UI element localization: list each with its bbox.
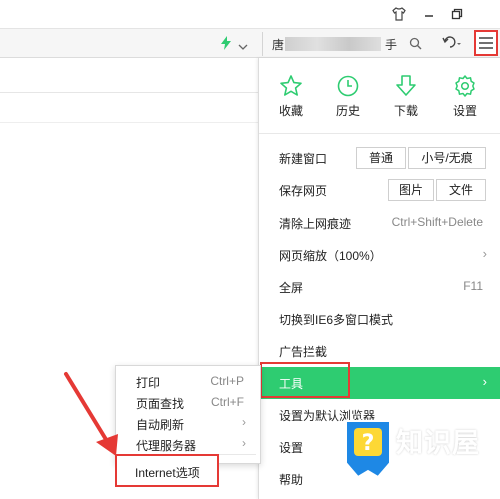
shirt-icon[interactable] [389,4,409,24]
download-icon [396,75,416,96]
toolbar: 唐 手 [0,28,500,58]
submenu-item-label: 自动刷新 [136,418,185,432]
quick-action-history[interactable]: 历史 [328,74,368,119]
search-icon[interactable] [409,37,422,55]
watermark: ? 知识屋 zhishiwu.com [338,413,496,495]
quick-action-downloads[interactable]: 下载 [386,74,426,119]
submenu-item-label: 代理服务器 [136,439,197,453]
menu-item-label: 切换到IE6多窗口模式 [279,313,394,327]
chevron-right-icon: › [242,415,246,429]
menu-item-new-window[interactable]: 新建窗口 普通 小号/无痕 [259,142,500,174]
watermark-logo-icon: ? [345,420,391,479]
menu-icon [479,37,493,49]
menu-item-label: 广告拦截 [279,345,328,359]
quick-action-label: 设置 [452,104,477,118]
submenu-item-label: Internet选项 [135,466,200,480]
menu-item-label: 全屏 [279,281,304,295]
undo-icon[interactable] [442,35,462,56]
menu-item-label: 清除上网痕迹 [279,217,352,231]
submenu-item-label: 页面查找 [136,397,185,411]
save-page-image-button[interactable]: 图片 [388,179,434,201]
chevron-right-icon: › [482,246,487,261]
menu-item-shortcut: Ctrl+Shift+Delete [391,215,483,229]
tools-submenu: 打印 Ctrl+P 页面查找 Ctrl+F 自动刷新 › 代理服务器 › [115,365,261,464]
submenu-item-shortcut: Ctrl+F [211,395,244,409]
minimize-icon[interactable] [419,4,439,24]
search-suffix-text: 手 [385,38,398,52]
search-input[interactable]: 唐 手 [262,32,430,56]
submenu-item-internet-options[interactable]: Internet选项 [115,454,219,487]
watermark-title: 知识屋 [396,428,480,458]
submenu-item-shortcut: Ctrl+P [210,374,244,388]
menu-item-label: 新建窗口 [279,152,328,166]
submenu-item-proxy[interactable]: 代理服务器 › [116,434,262,454]
menu-item-label: 网页缩放（100%） [279,249,382,263]
restore-icon[interactable] [447,4,467,24]
svg-text:?: ? [362,431,375,456]
menu-button[interactable] [474,30,498,56]
menu-item-shortcut: F11 [463,279,483,293]
star-icon [280,75,302,96]
chevron-down-icon[interactable] [238,38,248,56]
menu-item-ie6-mode[interactable]: 切换到IE6多窗口模式 [259,303,500,335]
menu-item-fullscreen[interactable]: 全屏 F11 [259,271,500,303]
menu-item-zoom[interactable]: 网页缩放（100%） › [259,239,500,271]
tools-highlight-box [260,362,350,398]
submenu-item-label: 打印 [136,376,161,390]
new-window-private-button[interactable]: 小号/无痕 [408,147,486,169]
blurred-text [285,37,381,51]
menu-item-label: 保存网页 [279,184,328,198]
submenu-item-auto-refresh[interactable]: 自动刷新 › [116,413,262,433]
quick-action-label: 下载 [393,104,418,118]
menu-item-clear-history[interactable]: 清除上网痕迹 Ctrl+Shift+Delete [259,207,500,239]
chevron-right-icon: › [242,436,246,450]
gear-icon [455,75,475,97]
save-page-file-button[interactable]: 文件 [436,179,486,201]
quick-action-favorites[interactable]: 收藏 [271,74,311,119]
clock-icon [337,75,359,97]
quick-action-settings[interactable]: 设置 [445,74,485,119]
watermark-url: zhishiwu.com [398,459,483,473]
red-arrow-annotation [64,372,118,456]
menu-item-label: 设置 [279,441,304,455]
submenu-item-find[interactable]: 页面查找 Ctrl+F [116,392,262,412]
quick-action-label: 历史 [335,104,360,118]
content-divider [0,92,258,93]
menu-item-label: 帮助 [279,473,304,487]
search-prefix-text: 唐 [272,38,285,52]
lightning-icon[interactable] [220,36,232,55]
content-divider [0,122,258,123]
new-window-normal-button[interactable]: 普通 [356,147,406,169]
chevron-right-icon: › [482,374,487,389]
quick-action-label: 收藏 [278,104,303,118]
title-bar [0,0,500,28]
menu-item-save-page[interactable]: 保存网页 图片 文件 [259,174,500,206]
menu-divider [259,133,500,134]
submenu-item-print[interactable]: 打印 Ctrl+P [116,371,262,391]
